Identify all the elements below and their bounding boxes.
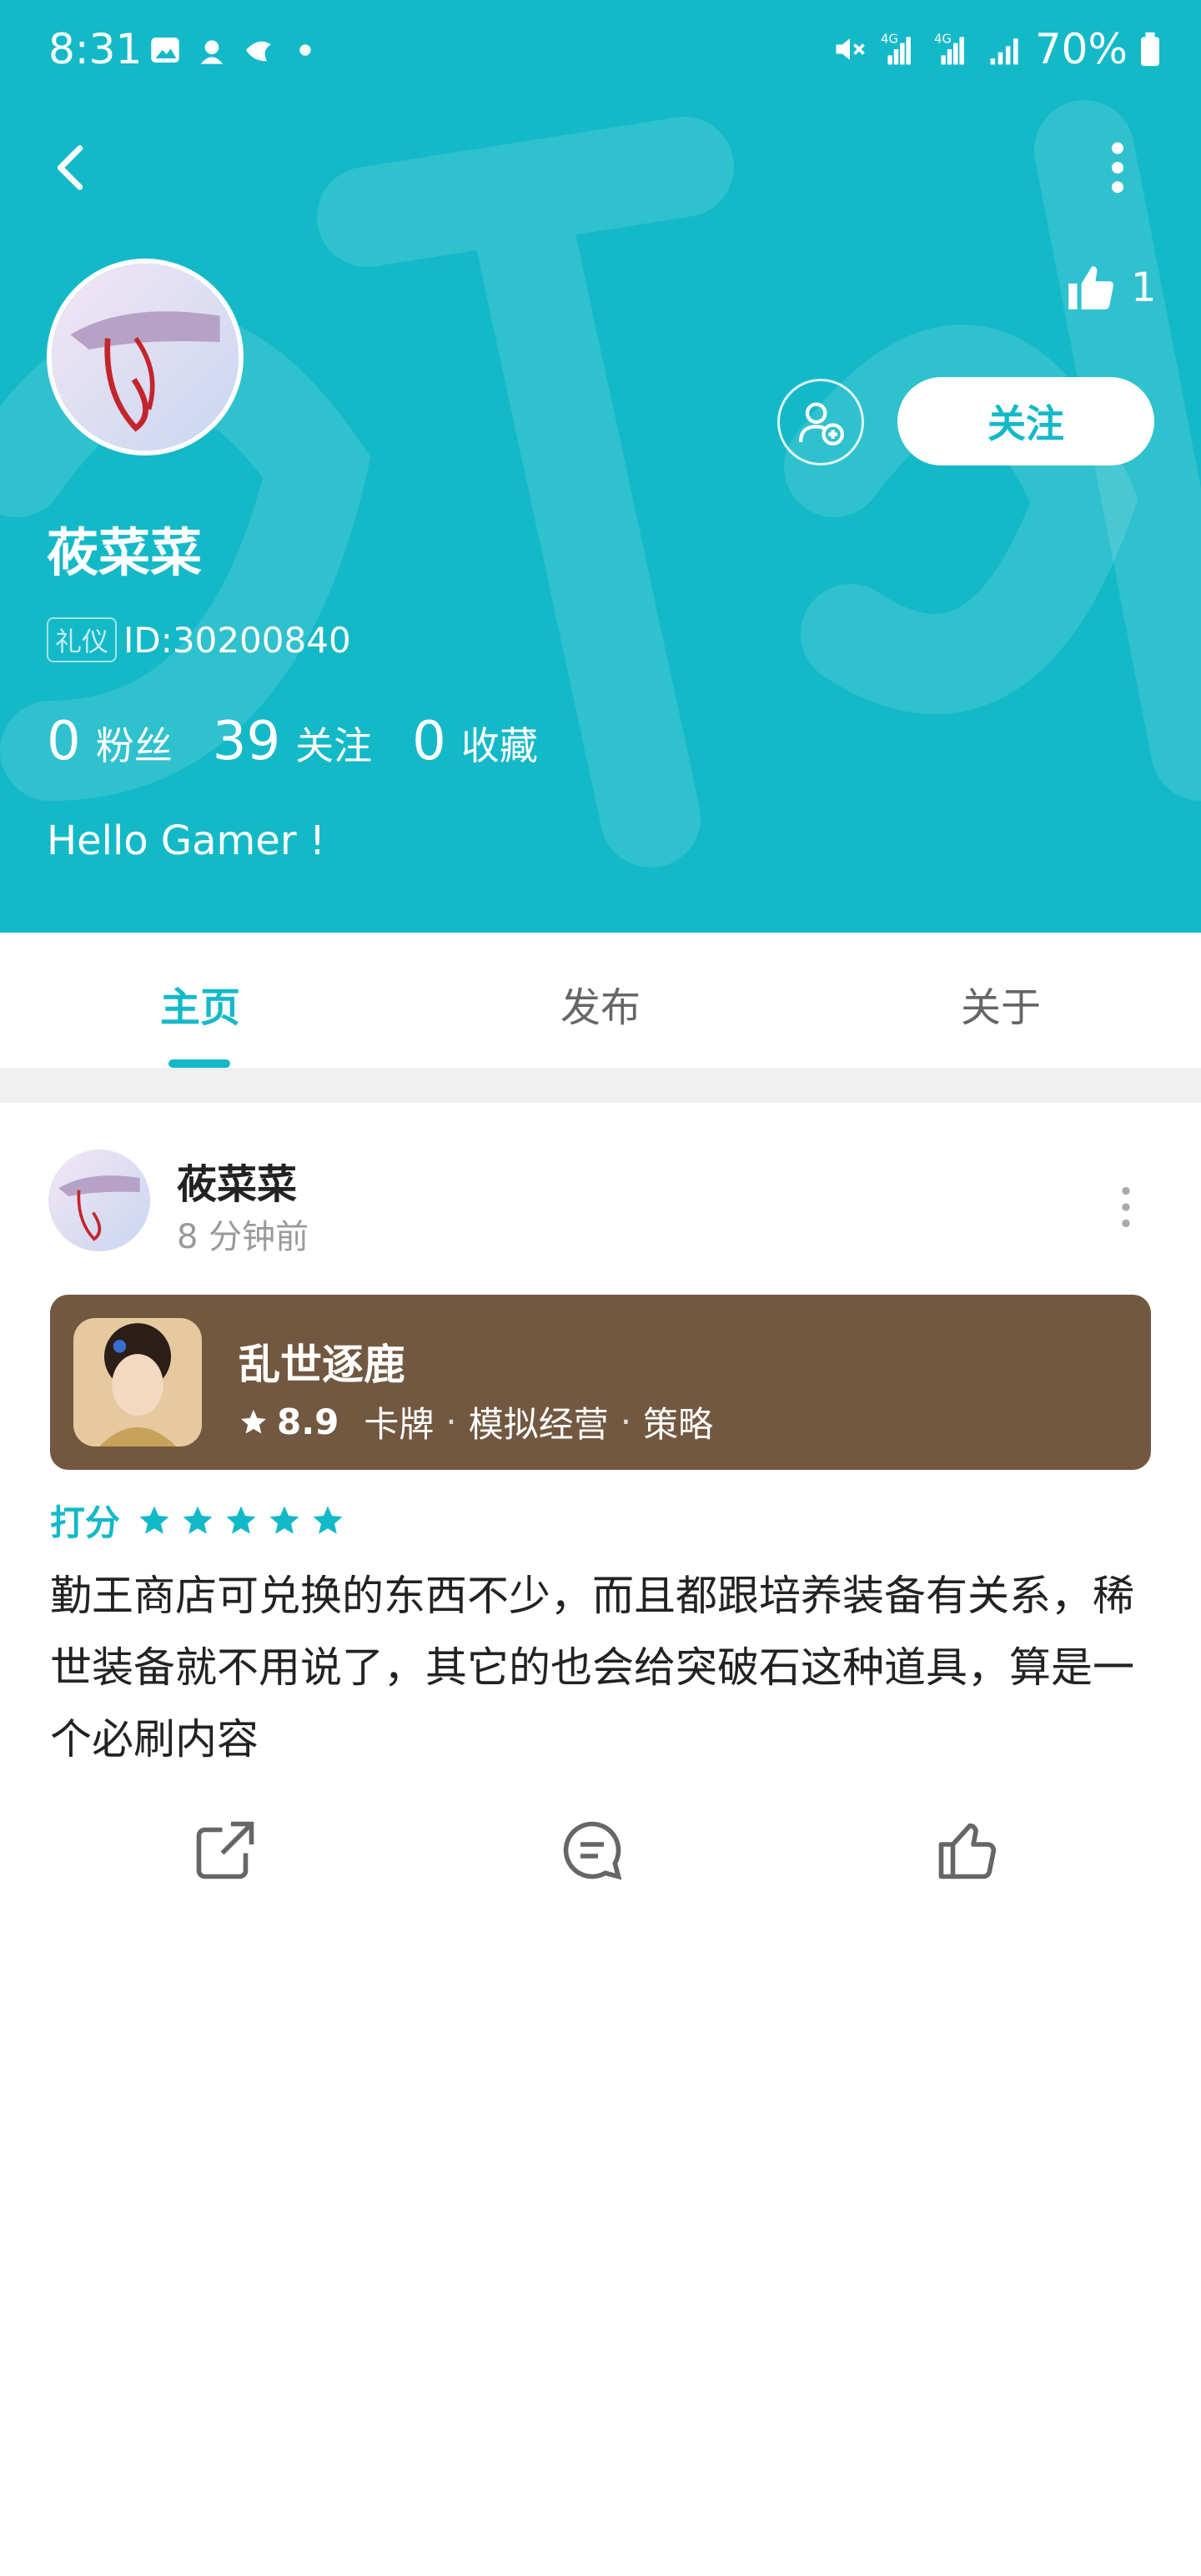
like-button[interactable] — [932, 1815, 1003, 1885]
game-title: 乱世逐鹿 — [239, 1341, 405, 1389]
stat-fans[interactable]: 0 粉丝 — [47, 711, 173, 772]
stat-fans-count: 0 — [47, 711, 81, 772]
mute-icon — [836, 38, 865, 60]
rating-stars — [137, 1503, 345, 1538]
avatar[interactable] — [47, 259, 244, 455]
svg-text:4G: 4G — [881, 33, 898, 47]
share-button[interactable] — [190, 1815, 260, 1885]
gallery-icon — [151, 38, 179, 63]
vertical-dots-icon — [1122, 1186, 1130, 1228]
add-user-icon — [798, 402, 844, 445]
add-friend-button[interactable] — [777, 379, 864, 465]
game-card[interactable]: 乱世逐鹿 8.9 卡牌 · 模拟经营 · 策略 — [50, 1295, 1151, 1470]
battery-icon — [1141, 32, 1159, 67]
avatar-image — [48, 1150, 150, 1251]
follow-button[interactable]: 关注 — [897, 377, 1154, 465]
stat-following-count: 39 — [212, 711, 281, 772]
profile-likes[interactable]: 1 — [1064, 262, 1157, 314]
4g-signal-icon-2: 4G — [934, 33, 964, 65]
battery-percent: 70% — [1034, 25, 1128, 73]
tab-posts[interactable]: 发布 — [517, 974, 684, 1033]
game-cover-image — [73, 1318, 202, 1446]
stat-favorites-count: 0 — [412, 711, 446, 772]
game-tag: 卡牌 — [364, 1404, 435, 1445]
tab-home[interactable]: 主页 — [117, 974, 284, 1033]
avatar-image — [52, 264, 239, 450]
notification-app-icon — [200, 40, 224, 64]
profile-tabs: 主页 发布 关于 — [0, 933, 1201, 1068]
svg-text:4G: 4G — [934, 33, 952, 47]
thumbs-up-icon — [1068, 266, 1113, 309]
back-arrow-icon — [57, 145, 83, 190]
post-actions — [0, 1815, 1201, 1890]
active-tab-indicator — [168, 1059, 230, 1068]
review-text[interactable]: 勤王商店可兑换的东西不少，而且都跟培养装备有关系，稀世装备就不用说了，其它的也会… — [50, 1560, 1159, 1775]
more-options-button[interactable] — [1093, 138, 1143, 197]
notification-app-icon-2 — [246, 41, 271, 62]
game-rating: 8.9 — [277, 1401, 339, 1442]
star-icon — [269, 1506, 299, 1534]
comment-button[interactable] — [557, 1815, 627, 1885]
star-icon — [139, 1506, 169, 1534]
score-label: 打分 — [50, 1502, 121, 1543]
post-author-avatar[interactable] — [48, 1150, 150, 1251]
status-bar: 8:31 4G 4G 70% — [0, 0, 1201, 103]
stat-following[interactable]: 39 关注 — [213, 711, 372, 772]
back-button[interactable] — [43, 138, 102, 197]
comment-icon — [563, 1821, 622, 1880]
game-icon — [73, 1318, 202, 1446]
dot-icon — [299, 44, 311, 56]
tag-separator: · — [445, 1401, 457, 1442]
stat-favorites[interactable]: 0 收藏 — [412, 711, 538, 772]
share-icon — [196, 1821, 254, 1879]
stat-fans-label: 粉丝 — [95, 723, 173, 768]
status-time: 8:31 — [48, 25, 143, 73]
game-tag: 策略 — [643, 1404, 714, 1445]
thumbs-up-icon — [938, 1823, 997, 1879]
profile-id: ID:30200840 — [123, 619, 351, 661]
score-row: 打分 — [50, 1495, 345, 1546]
vertical-dots-icon — [1112, 142, 1123, 194]
tab-about[interactable]: 关于 — [917, 974, 1084, 1033]
profile-badge: 礼仪 — [47, 617, 118, 662]
watermark-logo — [0, 100, 1201, 868]
game-meta: 8.9 卡牌 · 模拟经营 · 策略 — [239, 1396, 713, 1447]
stat-following-label: 关注 — [295, 723, 373, 768]
stat-favorites-label: 收藏 — [460, 723, 538, 768]
post-timestamp: 8 分钟前 — [177, 1218, 309, 1256]
star-icon — [241, 1409, 266, 1433]
game-tag: 模拟经营 — [468, 1404, 609, 1445]
tag-separator: · — [620, 1401, 632, 1442]
4g-signal-icon: 4G — [881, 33, 911, 65]
star-icon — [183, 1506, 213, 1534]
post-more-button[interactable] — [1109, 1178, 1143, 1236]
profile-username: 莜菜菜 — [47, 522, 203, 583]
profile-bio: Hello Gamer ! — [47, 818, 326, 864]
likes-count: 1 — [1131, 264, 1157, 311]
section-divider — [0, 1068, 1201, 1103]
star-icon — [226, 1506, 256, 1534]
profile-id-row: 礼仪 ID:30200840 — [47, 617, 351, 662]
signal-icon — [990, 38, 1018, 65]
post-author-name[interactable]: 莜菜菜 — [177, 1151, 297, 1210]
profile-header: 8:31 4G 4G 70% 1 关注 莜菜菜 礼仪 ID:30200840 0… — [0, 0, 1201, 933]
profile-stats: 0 粉丝 39 关注 0 收藏 — [47, 711, 578, 772]
star-icon — [313, 1506, 343, 1534]
